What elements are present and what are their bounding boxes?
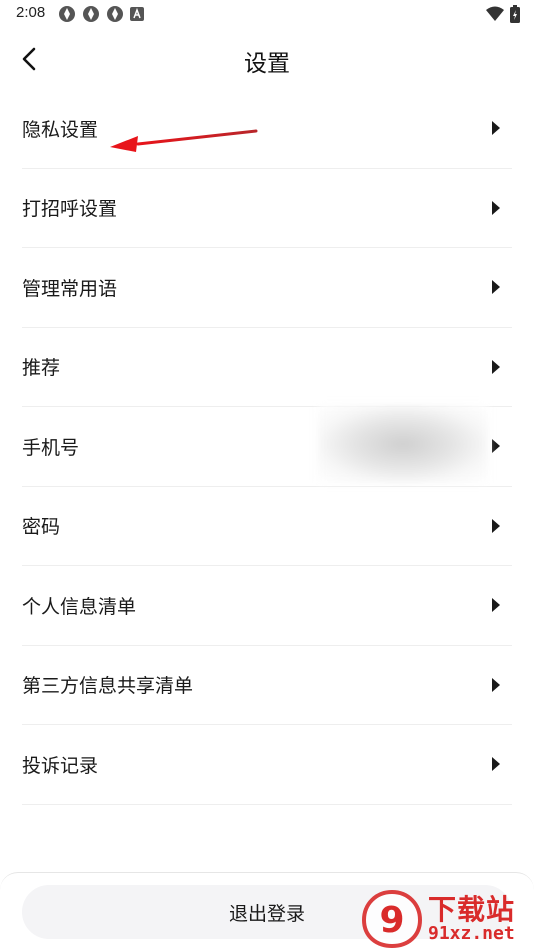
settings-item-common-phrases[interactable]: 管理常用语 <box>22 248 512 328</box>
app-notification-icon <box>107 6 123 22</box>
status-notification-icons <box>58 5 144 23</box>
redacted-phone-number <box>318 405 488 483</box>
chevron-right-icon <box>492 200 500 215</box>
app-notification-icon <box>59 6 75 22</box>
watermark-logo-icon: 9 <box>362 890 422 948</box>
settings-item-label: 隐私设置 <box>22 118 99 141</box>
settings-item-label: 管理常用语 <box>22 277 118 300</box>
chevron-right-icon <box>492 359 500 374</box>
status-time: 2:08 <box>16 4 46 21</box>
chevron-right-icon <box>492 121 500 136</box>
settings-item-label: 推荐 <box>22 357 61 380</box>
watermark-badge-text: 9 <box>379 900 404 941</box>
settings-item-password[interactable]: 密码 <box>22 487 512 566</box>
chevron-right-icon <box>492 280 500 295</box>
settings-item-label: 投诉记录 <box>22 754 99 777</box>
settings-item-label: 打招呼设置 <box>22 198 118 221</box>
annotation-arrow-icon <box>110 129 258 152</box>
status-system-icons <box>486 5 520 23</box>
chevron-right-icon <box>492 757 500 772</box>
status-bar: 2:08 <box>0 0 534 28</box>
watermark: 9 下载站 91xz.net <box>362 888 534 950</box>
chevron-right-icon <box>492 598 500 613</box>
settings-item-label: 个人信息清单 <box>22 595 137 618</box>
a-icon <box>130 7 144 21</box>
battery-charging-icon <box>510 5 520 23</box>
chevron-right-icon <box>492 439 500 454</box>
chevron-right-icon <box>492 677 500 692</box>
page-title: 设置 <box>244 51 290 77</box>
settings-item-label: 手机号 <box>22 436 80 459</box>
settings-item-privacy[interactable]: 隐私设置 <box>22 89 512 169</box>
settings-item-personal-info-list[interactable]: 个人信息清单 <box>22 566 512 646</box>
settings-item-label: 第三方信息共享清单 <box>22 675 194 698</box>
chevron-right-icon <box>492 518 500 533</box>
settings-item-complaint-records[interactable]: 投诉记录 <box>22 725 512 805</box>
settings-item-label: 密码 <box>22 516 61 539</box>
settings-item-third-party-sharing[interactable]: 第三方信息共享清单 <box>22 646 512 725</box>
settings-item-greeting[interactable]: 打招呼设置 <box>22 169 512 248</box>
wifi-icon <box>486 6 504 21</box>
settings-item-recommend[interactable]: 推荐 <box>22 328 512 407</box>
watermark-title: 下载站 <box>428 893 516 926</box>
title-bar: 设置 <box>0 36 534 82</box>
app-notification-icon <box>83 6 99 22</box>
watermark-url: 91xz.net <box>428 923 515 944</box>
